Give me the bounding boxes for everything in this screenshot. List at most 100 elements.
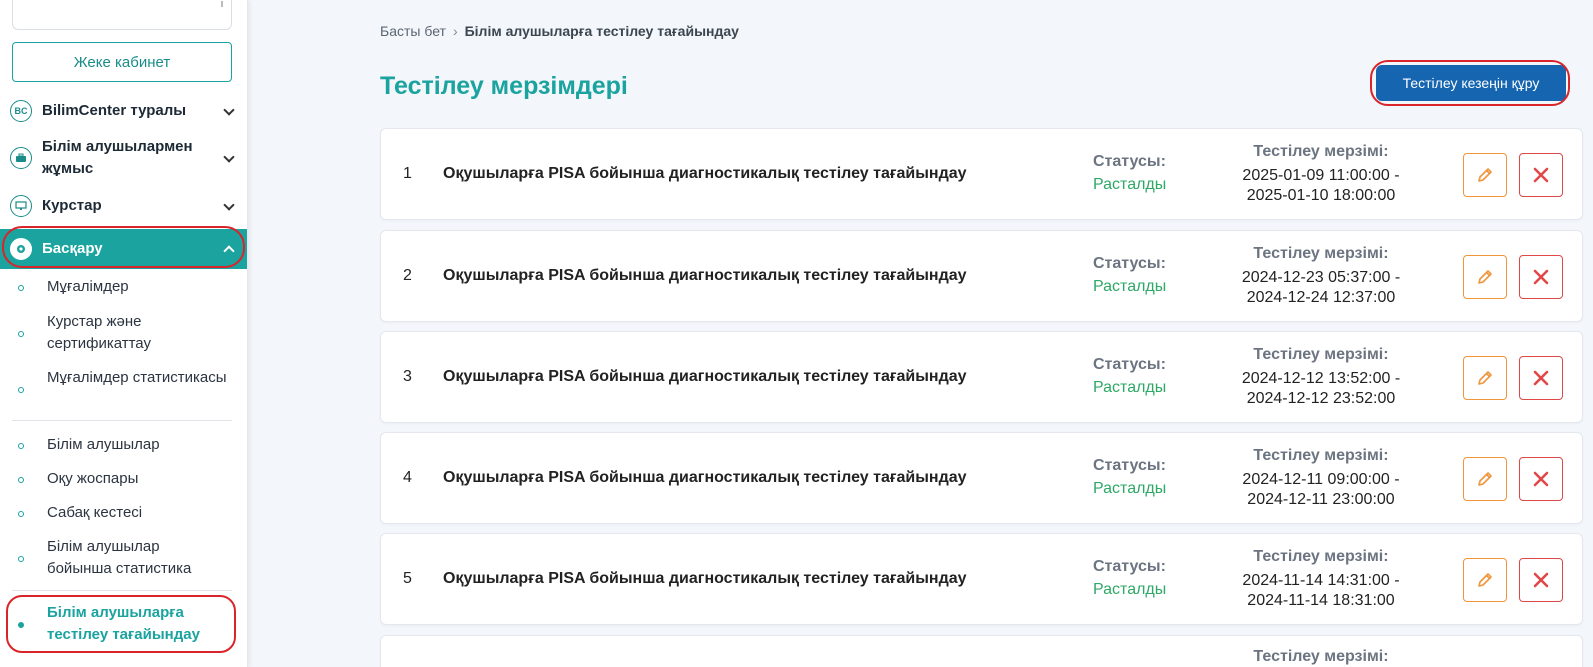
row-number: 1 xyxy=(403,165,412,182)
nav-item-about[interactable]: BC BilimCenter туралы xyxy=(0,100,247,122)
period-label: Тестілеу мерзімі: xyxy=(1253,143,1389,160)
pencil-icon xyxy=(1478,270,1492,284)
sub-item-students[interactable]: Білім алушылар xyxy=(0,434,247,456)
period-end: 2024-12-24 12:37:00 xyxy=(1246,289,1396,306)
period-start: 2024-12-12 13:52:00 - xyxy=(1241,370,1401,387)
nav-item-label: Басқару xyxy=(42,240,103,257)
status-badge: Расталды xyxy=(1093,278,1167,295)
edit-button[interactable] xyxy=(1463,558,1507,602)
row-number: 2 xyxy=(403,267,412,284)
delete-button[interactable] xyxy=(1519,356,1563,400)
period-start: 2024-12-11 09:00:00 - xyxy=(1242,471,1400,488)
period-end: 2025-01-10 18:00:00 xyxy=(1246,187,1396,204)
row-title: Оқушыларға PISA бойынша диагностикалық т… xyxy=(443,267,967,284)
edit-button[interactable] xyxy=(1463,153,1507,197)
status-badge: Расталды xyxy=(1093,581,1167,598)
delete-button[interactable] xyxy=(1519,153,1563,197)
period-start: 2024-11-14 14:31:00 - xyxy=(1242,572,1400,589)
delete-button[interactable] xyxy=(1519,457,1563,501)
chevron-down-icon xyxy=(224,106,234,116)
bc-logo-icon: BC xyxy=(10,100,32,122)
close-icon xyxy=(1533,572,1549,588)
period-value: 2024-11-14 14:31:00 - 2024-11-14 18:31:0… xyxy=(1231,571,1411,611)
table-row: Тестілеу мерзімі: xyxy=(380,635,1583,667)
period-value: 2024-12-12 13:52:00 - 2024-12-12 23:52:0… xyxy=(1231,369,1411,409)
sub-item-schedule[interactable]: Сабақ кестесі xyxy=(0,502,247,524)
nav-item-management[interactable]: Басқару xyxy=(0,229,247,269)
period-label: Тестілеу мерзімі: xyxy=(1253,245,1389,262)
bullet-icon xyxy=(18,331,24,337)
row-title: Оқушыларға PISA бойынша диагностикалық т… xyxy=(443,469,967,486)
monitor-icon xyxy=(10,195,32,217)
chevron-down-icon xyxy=(224,201,234,211)
table-row: 5 Оқушыларға PISA бойынша диагностикалық… xyxy=(380,533,1583,625)
sub-item-label: Білім алушыларға тестілеу тағайындау xyxy=(47,604,200,643)
nav-item-courses[interactable]: Курстар xyxy=(0,195,247,217)
table-row: 3 Оқушыларға PISA бойынша диагностикалық… xyxy=(380,331,1583,423)
sub-item-teacher-statistics[interactable]: Мұғалімдер статистикасы xyxy=(0,367,247,393)
row-title: Оқушыларға PISA бойынша диагностикалық т… xyxy=(443,368,967,385)
period-label: Тестілеу мерзімі: xyxy=(1253,447,1389,464)
status-label: Статусы: xyxy=(1093,356,1166,373)
page-title: Тестілеу мерзімдері xyxy=(380,72,628,100)
nav-item-label: BilimCenter туралы xyxy=(42,102,187,119)
status-label: Статусы: xyxy=(1093,153,1166,170)
breadcrumb-current: Білім алушыларға тестілеу тағайындау xyxy=(464,23,739,39)
delete-button[interactable] xyxy=(1519,255,1563,299)
bullet-icon xyxy=(18,443,24,449)
divider xyxy=(12,420,232,421)
table-row: 4 Оқушыларға PISA бойынша диагностикалық… xyxy=(380,432,1583,524)
sub-item-teachers[interactable]: Мұғалімдер xyxy=(0,276,247,298)
period-start: 2025-01-09 11:00:00 - xyxy=(1242,167,1400,184)
delete-button[interactable] xyxy=(1519,558,1563,602)
sub-item-courses-certification[interactable]: Курстар және сертификаттау xyxy=(0,311,247,355)
nav-item-students-work[interactable]: Білім алушылармен жұмыс xyxy=(0,136,247,180)
bullet-icon xyxy=(18,387,24,393)
bullet-icon xyxy=(18,511,24,517)
sub-item-label: Білім алушылар бойынша статистика xyxy=(47,538,192,577)
edit-button[interactable] xyxy=(1463,457,1507,501)
sub-item-label: Сабақ кестесі xyxy=(47,504,143,521)
status-label: Статусы: xyxy=(1093,457,1166,474)
period-label: Тестілеу мерзімі: xyxy=(1253,346,1389,363)
period-start: 2024-12-23 05:37:00 - xyxy=(1241,269,1401,286)
bullet-icon xyxy=(18,285,24,291)
create-testing-period-button[interactable]: Тестілеу кезеңін құру xyxy=(1376,65,1566,101)
period-value: 2025-01-09 11:00:00 - 2025-01-10 18:00:0… xyxy=(1231,166,1411,206)
pencil-icon xyxy=(1478,573,1492,587)
briefcase-icon xyxy=(10,147,32,169)
personal-cabinet-button[interactable]: Жеке кабинет xyxy=(12,42,232,82)
row-number: 4 xyxy=(403,469,412,486)
breadcrumb: Басты бет › Білім алушыларға тестілеу та… xyxy=(380,23,739,39)
edit-button[interactable] xyxy=(1463,356,1507,400)
close-icon xyxy=(1533,269,1549,285)
sub-item-study-plan[interactable]: Оқу жоспары xyxy=(0,468,247,490)
period-end: 2024-12-12 23:52:00 xyxy=(1246,390,1396,407)
chevron-down-icon xyxy=(224,153,234,163)
scroll-tick xyxy=(221,1,223,7)
period-value: 2024-12-23 05:37:00 - 2024-12-24 12:37:0… xyxy=(1231,268,1411,308)
nav-item-label: Білім алушылармен жұмыс xyxy=(42,138,193,177)
bullet-icon xyxy=(18,477,24,483)
pencil-icon xyxy=(1478,472,1492,486)
bullet-icon xyxy=(18,622,24,628)
bullet-icon xyxy=(18,556,24,562)
sub-item-assign-testing[interactable]: Білім алушыларға тестілеу тағайындау xyxy=(0,602,247,646)
row-number: 3 xyxy=(403,368,412,385)
row-number: 5 xyxy=(403,570,412,587)
close-icon xyxy=(1533,471,1549,487)
period-value: 2024-12-11 09:00:00 - 2024-12-11 23:00:0… xyxy=(1231,470,1411,510)
sidebar: Жеке кабинет BC BilimCenter туралы Білім… xyxy=(0,0,248,667)
status-label: Статусы: xyxy=(1093,558,1166,575)
period-label: Тестілеу мерзімі: xyxy=(1253,548,1389,565)
edit-button[interactable] xyxy=(1463,255,1507,299)
close-icon xyxy=(1533,167,1549,183)
close-icon xyxy=(1533,370,1549,386)
breadcrumb-home-link[interactable]: Басты бет xyxy=(380,23,446,39)
status-badge: Расталды xyxy=(1093,480,1167,497)
table-row: 1 Оқушыларға PISA бойынша диагностикалық… xyxy=(380,128,1583,220)
row-title: Оқушыларға PISA бойынша диагностикалық т… xyxy=(443,570,967,587)
status-badge: Расталды xyxy=(1093,176,1167,193)
sidebar-search-input[interactable] xyxy=(12,0,232,30)
sub-item-student-statistics[interactable]: Білім алушылар бойынша статистика xyxy=(0,536,247,580)
